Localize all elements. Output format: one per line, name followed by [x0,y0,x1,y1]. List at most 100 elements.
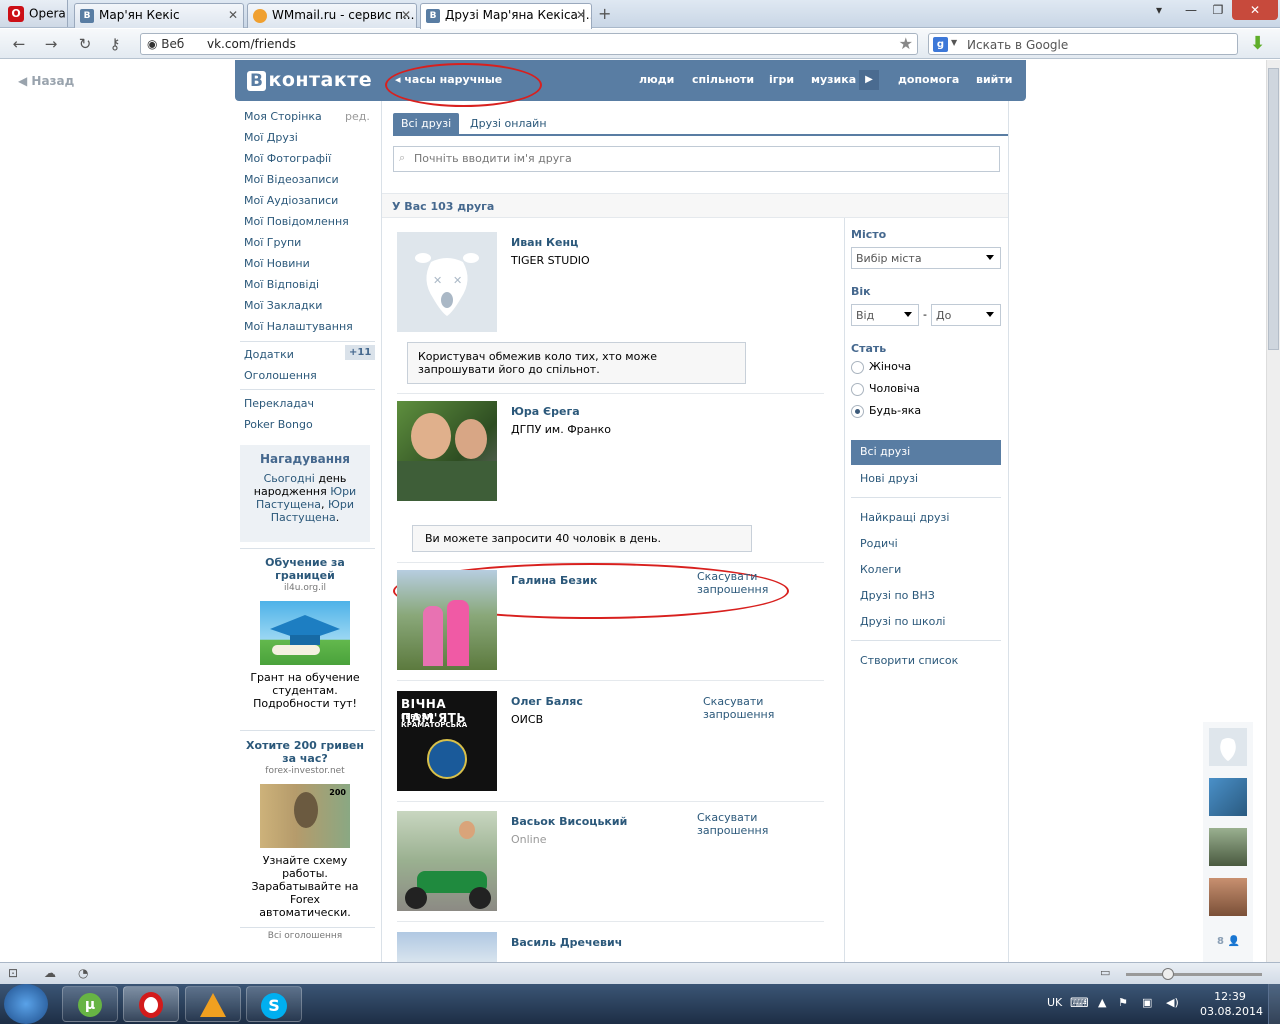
menu-messages[interactable]: Мої Повідомлення [244,215,349,228]
download-icon[interactable]: ⬇ [1250,33,1268,54]
utorrent-taskbar-button[interactable]: µ [62,986,118,1022]
menu-news[interactable]: Мої Новини [244,257,310,270]
radio-male[interactable]: Чоловіча [851,382,920,396]
close-tab-icon[interactable]: ✕ [576,8,586,22]
bookmark-star-icon[interactable]: ★ [899,34,913,53]
ad-block-forex[interactable]: Хотите 200 гривен за час? forex-investor… [240,739,370,919]
friend-name[interactable]: Юра Єрега [511,405,580,418]
reload-icon[interactable]: ↻ [74,34,96,54]
tab-friends[interactable]: B Друзі Мар'яна Кекіса |... ✕ [420,3,592,29]
tab-all-friends[interactable]: Всі друзі [393,113,460,135]
menu-apps[interactable]: Додатки [244,348,294,361]
all-ads-link[interactable]: Всі оголошення [240,931,370,941]
chevron-down-icon[interactable]: ▼ [951,38,957,47]
ad-title[interactable]: Хотите 200 гривен за час? [240,739,370,765]
friend-name[interactable]: Василь Дречевич [511,936,622,949]
menu-photos[interactable]: Мої Фотографії [244,152,331,165]
panel-toggle-icon[interactable]: ⊡ [8,966,18,980]
friend-name[interactable]: Иван Кенц [511,236,578,249]
close-tab-icon[interactable]: ✕ [401,8,411,22]
system-clock[interactable]: 12:39 03.08.2014 [1200,989,1263,1019]
language-indicator[interactable]: UK [1047,996,1062,1009]
city-select[interactable]: Вибір міста [851,247,1001,269]
vertical-scrollbar[interactable] [1266,60,1280,962]
friend-name[interactable]: Галина Безик [511,574,597,587]
edit-link[interactable]: ред. [345,110,370,123]
nav-help[interactable]: допомога [898,73,959,86]
show-desktop-button[interactable] [1268,984,1280,1024]
turbo-icon[interactable]: ☁ [44,966,56,980]
view-icon[interactable]: ▭ [1100,966,1110,979]
aimp-taskbar-button[interactable] [185,986,241,1022]
radio-female[interactable]: Жіноча [851,360,911,374]
menu-answers[interactable]: Мої Відповіді [244,278,319,291]
tab-kekis[interactable]: B Мар'ян Кекіс ✕ [74,3,244,28]
play-icon[interactable]: ▶ [859,70,879,90]
back-link[interactable]: ◀ Назад [18,74,74,88]
scrollbar-thumb[interactable] [1268,68,1279,350]
action-center-icon[interactable]: ⚑ [1118,996,1128,1009]
keyboard-icon[interactable]: ⌨ [1070,996,1089,1011]
key-icon[interactable]: ⚷ [104,34,126,54]
filter-university[interactable]: Друзі по ВНЗ [860,589,935,602]
menu-videos[interactable]: Мої Відеозаписи [244,173,339,186]
speed-dial-icon[interactable]: ◔ [78,966,88,980]
age-to-select[interactable]: До [931,304,1001,326]
cancel-invite-link[interactable]: Скасувати запрошення [697,811,824,837]
new-tab-button[interactable]: + [598,4,611,23]
cancel-invite-link[interactable]: Скасувати запрошення [703,695,793,721]
opera-menu-button[interactable]: O Opera [0,0,68,27]
ad-title[interactable]: Обучение за границей [240,556,370,582]
cancel-invite-link[interactable]: Скасувати запрошення [697,570,824,596]
tray-expand-icon[interactable]: ▲ [1098,996,1106,1009]
radio-any[interactable]: Будь-яка [851,404,921,418]
avatar[interactable]: ВІЧНА ПАМ'ЯТЬ ГЕРОЯМ КРАМАТОРСЬКА [397,691,497,791]
menu-ads[interactable]: Оголошення [244,369,317,382]
filter-relatives[interactable]: Родичі [860,537,898,550]
create-list-link[interactable]: Створити список [860,654,958,667]
sidebar-avatar[interactable] [1209,778,1247,816]
opera-taskbar-button[interactable] [123,986,179,1022]
tab-wmmail[interactable]: WMmail.ru - сервис п... ✕ [247,3,417,28]
avatar[interactable] [397,811,497,911]
menu-audio[interactable]: Мої Аудіозаписи [244,194,338,207]
menu-groups[interactable]: Мої Групи [244,236,301,249]
zoom-slider[interactable] [1126,973,1262,976]
avatar[interactable] [397,932,497,962]
tab-friends-online[interactable]: Друзі онлайн [462,113,555,135]
vk-logo[interactable]: Вконтакте [247,69,372,91]
avatar[interactable] [397,570,497,670]
network-icon[interactable]: ▣ [1142,996,1152,1009]
close-window-button[interactable]: ✕ [1232,0,1278,20]
url-field[interactable]: ◉ Веб vk.com/friends ★ [140,33,918,55]
menu-poker[interactable]: Poker Bongo [244,418,313,431]
avatar[interactable]: ✕ ✕ [397,232,497,332]
maximize-button[interactable]: ❐ [1203,0,1233,20]
nav-music[interactable]: музика [811,73,856,86]
nav-people[interactable]: люди [639,73,674,86]
filter-colleagues[interactable]: Колеги [860,563,901,576]
back-arrow-icon[interactable]: ← [8,34,30,54]
radio-circle[interactable] [851,382,864,396]
menu-friends[interactable]: Мої Друзі [244,131,298,144]
filter-all-friends[interactable]: Всі друзі [851,440,1001,465]
sidebar-avatar[interactable] [1209,878,1247,916]
filter-best-friends[interactable]: Найкращі друзі [860,511,949,524]
sidebar-avatar[interactable] [1209,728,1247,766]
today-link[interactable]: Сьогодні [264,472,315,485]
menu-translator[interactable]: Перекладач [244,397,314,410]
friend-name[interactable]: Олег Баляс [511,695,583,708]
age-from-select[interactable]: Від [851,304,919,326]
minimize-button[interactable]: — [1176,0,1206,20]
ad-block-study[interactable]: Обучение за границей il4u.org.il Грант н… [240,556,370,710]
search-field[interactable]: g ▼ Искать в Google [928,33,1238,55]
online-count[interactable]: 8 👤 [1217,936,1240,947]
start-button[interactable] [4,984,48,1024]
friend-name[interactable]: Васьок Висоцький [511,815,627,828]
sidebar-avatar[interactable] [1209,828,1247,866]
graduation-cap-image[interactable] [260,601,350,665]
filter-school[interactable]: Друзі по школі [860,615,945,628]
friend-search-input[interactable]: ⌕ Почніть вводити ім'я друга [393,146,1000,172]
zoom-slider-handle[interactable] [1162,968,1174,980]
radio-circle[interactable] [851,360,864,374]
